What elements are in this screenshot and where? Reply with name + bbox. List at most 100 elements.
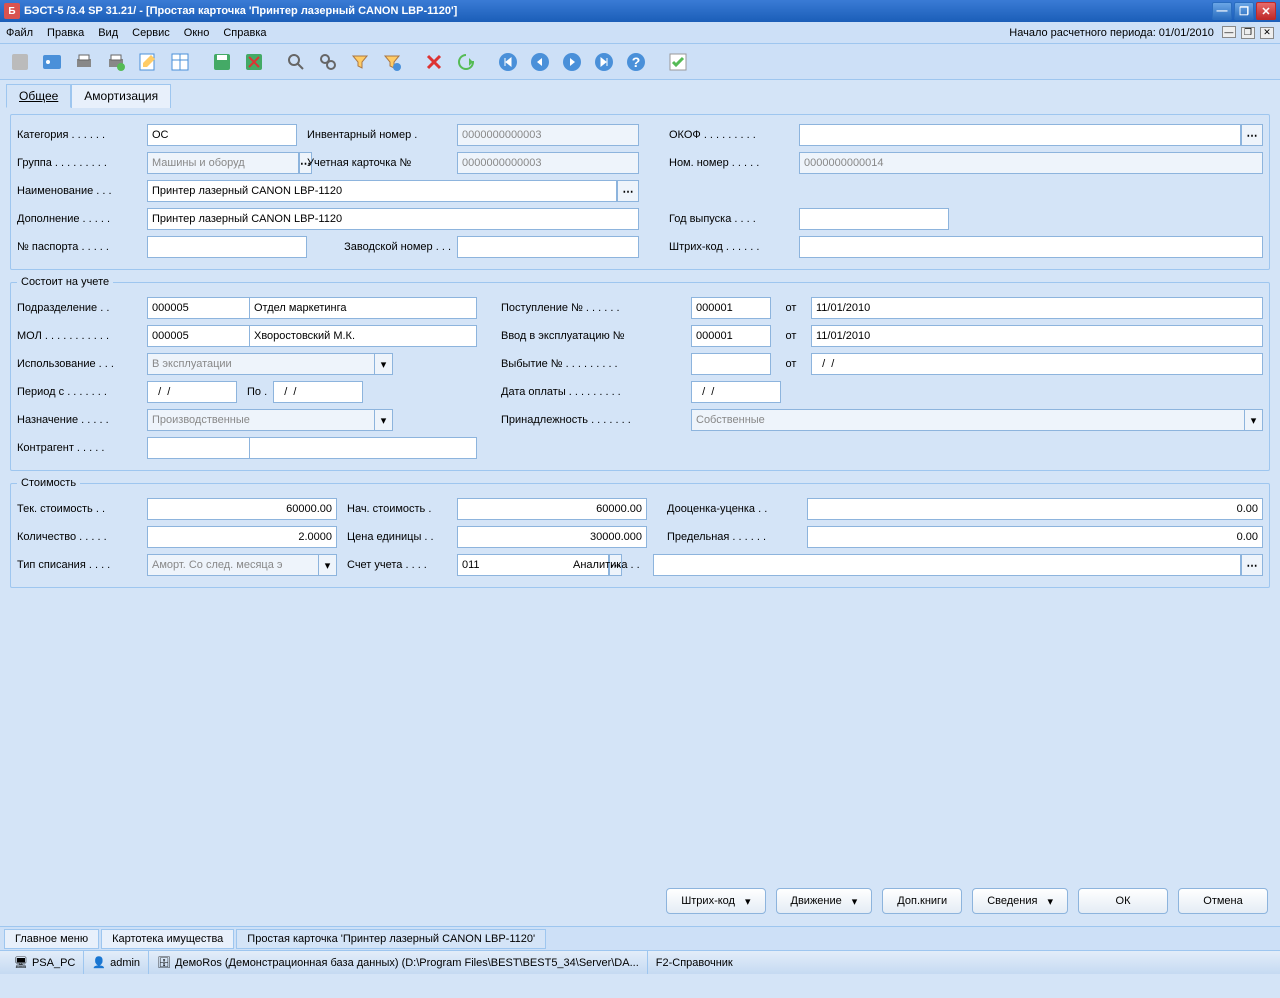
curcost-field[interactable] xyxy=(147,498,337,520)
disposal-date-field[interactable] xyxy=(811,353,1263,375)
commiss-no-field[interactable] xyxy=(691,325,771,347)
lbl-okof: ОКОФ . . . . . . . . . xyxy=(669,129,799,141)
receipt-no-field[interactable] xyxy=(691,297,771,319)
registration-group: Состоит на учете Подразделение . . ⋯ МОЛ… xyxy=(10,276,1270,471)
writeoff-dropdown-button[interactable]: ▾ xyxy=(319,554,337,576)
lbl-category: Категория . . . . . . xyxy=(17,129,147,141)
toolbar-card-icon[interactable] xyxy=(38,48,66,76)
passport-field[interactable] xyxy=(147,236,307,258)
details-button[interactable]: Сведения xyxy=(972,888,1068,914)
lbl-year: Год выпуска . . . . xyxy=(669,213,799,225)
limit-field[interactable] xyxy=(807,526,1263,548)
toolbar-next-icon[interactable] xyxy=(558,48,586,76)
addition-field[interactable] xyxy=(147,208,639,230)
movement-button[interactable]: Движение xyxy=(776,888,873,914)
monitor-icon: 🖥 xyxy=(14,956,28,969)
app-icon: Б xyxy=(4,3,20,19)
menu-edit[interactable]: Правка xyxy=(47,27,84,39)
toolbar-findnext-icon[interactable] xyxy=(314,48,342,76)
toolbar-last-icon[interactable] xyxy=(590,48,618,76)
toolbar-new-icon[interactable] xyxy=(6,48,34,76)
lbl-addition: Дополнение . . . . . xyxy=(17,213,147,225)
category-field[interactable] xyxy=(147,124,297,146)
barcode-field[interactable] xyxy=(799,236,1263,258)
period-from-field[interactable] xyxy=(147,381,237,403)
name-field[interactable] xyxy=(147,180,617,202)
dept-name-field[interactable] xyxy=(249,297,477,319)
lbl-contractor: Контрагент . . . . . xyxy=(17,442,147,454)
toolbar-help-icon[interactable]: ? xyxy=(622,48,650,76)
toolbar-prev-icon[interactable] xyxy=(526,48,554,76)
group-field xyxy=(147,152,299,174)
toolbar-save-icon[interactable] xyxy=(208,48,236,76)
maximize-button[interactable]: ❐ xyxy=(1234,2,1254,20)
menu-service[interactable]: Сервис xyxy=(132,27,170,39)
qty-field[interactable] xyxy=(147,526,337,548)
toolbar-refresh-icon[interactable] xyxy=(452,48,480,76)
lbl-mol: МОЛ . . . . . . . . . . . xyxy=(17,330,147,342)
inner-minimize-icon[interactable]: — xyxy=(1222,26,1236,38)
lbl-group: Группа . . . . . . . . . xyxy=(17,157,147,169)
wintab-cardfile[interactable]: Картотека имущества xyxy=(101,929,234,949)
toolbar-first-icon[interactable] xyxy=(494,48,522,76)
status-bar: 🖥PSA_PC 👤admin 🗄ДемоRos (Демонстрационна… xyxy=(0,950,1280,974)
tab-amortization[interactable]: Амортизация xyxy=(71,84,171,108)
toolbar-filter-off-icon[interactable] xyxy=(378,48,406,76)
toolbar-cancel-icon[interactable] xyxy=(420,48,448,76)
paydate-field[interactable] xyxy=(691,381,781,403)
registration-legend: Состоит на учете xyxy=(17,276,113,288)
toolbar-print-icon[interactable] xyxy=(70,48,98,76)
menu-file[interactable]: Файл xyxy=(6,27,33,39)
inner-close-icon[interactable]: ✕ xyxy=(1260,27,1274,39)
toolbar-edit-icon[interactable] xyxy=(134,48,162,76)
inner-restore-icon[interactable]: ❐ xyxy=(1241,27,1255,39)
mol-name-field[interactable] xyxy=(249,325,477,347)
lbl-receipt: Поступление № . . . . . . xyxy=(501,302,691,314)
lbl-period-from: Период с . . . . . . . xyxy=(17,386,147,398)
lbl-account: Счет учета . . . . xyxy=(347,559,457,571)
close-button[interactable]: ✕ xyxy=(1256,2,1276,20)
minimize-button[interactable]: — xyxy=(1212,2,1232,20)
lbl-receipt-from: от xyxy=(771,302,811,314)
menu-help[interactable]: Справка xyxy=(223,27,266,39)
analytics-lookup-button[interactable]: ⋯ xyxy=(1241,554,1263,576)
toolbar-ok-icon[interactable] xyxy=(664,48,692,76)
purpose-field xyxy=(147,409,375,431)
menu-window[interactable]: Окно xyxy=(184,27,210,39)
analytics-field[interactable] xyxy=(653,554,1241,576)
okof-field[interactable] xyxy=(799,124,1241,146)
period-to-field[interactable] xyxy=(273,381,363,403)
receipt-date-field[interactable] xyxy=(811,297,1263,319)
disposal-no-field[interactable] xyxy=(691,353,771,375)
toolbar-delete-icon[interactable] xyxy=(240,48,268,76)
purpose-dropdown-button[interactable]: ▾ xyxy=(375,409,393,431)
use-dropdown-button[interactable]: ▾ xyxy=(375,353,393,375)
toolbar-table-icon[interactable] xyxy=(166,48,194,76)
addbooks-button[interactable]: Доп.книги xyxy=(882,888,962,914)
price-field[interactable] xyxy=(457,526,647,548)
initcost-field[interactable] xyxy=(457,498,647,520)
ownership-field xyxy=(691,409,1245,431)
lbl-analytics: Аналитика . . xyxy=(573,559,653,571)
toolbar-find-icon[interactable] xyxy=(282,48,310,76)
ok-button[interactable]: ОК xyxy=(1078,888,1168,914)
wintab-current[interactable]: Простая карточка 'Принтер лазерный CANON… xyxy=(236,929,546,949)
contr-name-field[interactable] xyxy=(249,437,477,459)
tab-general[interactable]: Общее xyxy=(6,84,71,108)
cancel-button[interactable]: Отмена xyxy=(1178,888,1268,914)
status-help: F2-Справочник xyxy=(656,957,733,969)
factory-field[interactable] xyxy=(457,236,639,258)
menu-view[interactable]: Вид xyxy=(98,27,118,39)
name-lookup-button[interactable]: ⋯ xyxy=(617,180,639,202)
reval-field[interactable] xyxy=(807,498,1263,520)
status-pc: PSA_PC xyxy=(32,957,75,969)
commiss-date-field[interactable] xyxy=(811,325,1263,347)
okof-lookup-button[interactable]: ⋯ xyxy=(1241,124,1263,146)
lbl-reval: Дооценка-уценка . . xyxy=(667,503,807,515)
ownership-dropdown-button[interactable]: ▾ xyxy=(1245,409,1263,431)
toolbar-print2-icon[interactable] xyxy=(102,48,130,76)
barcode-button[interactable]: Штрих-код xyxy=(666,888,765,914)
wintab-mainmenu[interactable]: Главное меню xyxy=(4,929,99,949)
year-field[interactable] xyxy=(799,208,949,230)
toolbar-filter-icon[interactable] xyxy=(346,48,374,76)
